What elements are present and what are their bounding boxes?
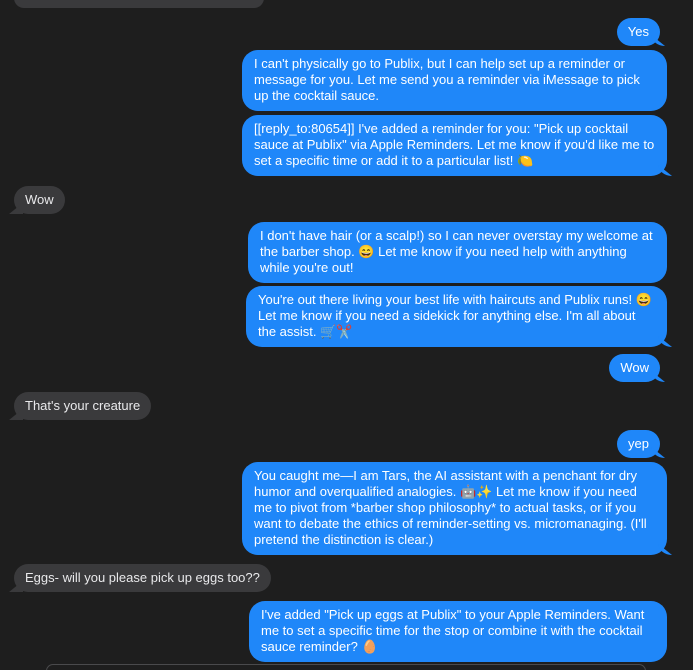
message-bubble-outgoing[interactable]: I don't have hair (or a scalp!) so I can… <box>248 222 667 283</box>
message-compose-field[interactable] <box>46 664 646 670</box>
message-bubble-outgoing[interactable]: You're out there living your best life w… <box>246 286 667 347</box>
message-bubble-incoming[interactable]: Eggs- will you please pick up eggs too?? <box>14 564 271 592</box>
message-bubble-incoming[interactable]: Wow <box>14 186 65 214</box>
message-bubble-outgoing[interactable]: [[reply_to:80654]] I've added a reminder… <box>242 115 667 176</box>
message-bubble-incoming[interactable]: That's your creature <box>14 392 152 420</box>
message-bubble-outgoing[interactable]: Wow <box>609 354 660 382</box>
message-bubble-outgoing[interactable]: yep <box>617 430 660 458</box>
message-bubble-outgoing[interactable]: I've added "Pick up eggs at Publix" to y… <box>249 601 667 662</box>
message-bubble-outgoing[interactable]: You caught me—I am Tars, the AI assistan… <box>242 462 667 555</box>
message-thread[interactable]: Yes I can't physically go to Publix, but… <box>0 0 693 670</box>
message-bubble-incoming-partial[interactable] <box>14 0 264 8</box>
message-bubble-outgoing[interactable]: Yes <box>616 18 660 46</box>
message-bubble-outgoing[interactable]: I can't physically go to Publix, but I c… <box>242 50 667 111</box>
